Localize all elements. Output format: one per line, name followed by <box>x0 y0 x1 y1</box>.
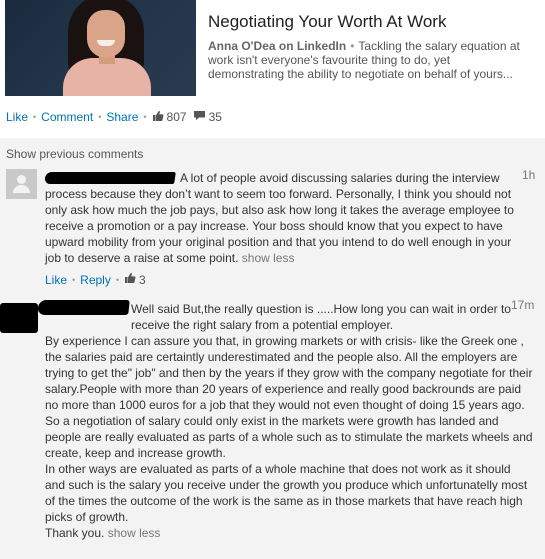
article-meta: Anna O'Dea on LinkedIn • Tackling the sala… <box>208 39 526 81</box>
redacted-name <box>44 172 176 184</box>
comment-count: 35 <box>208 110 222 124</box>
show-less-link[interactable]: show less <box>242 251 295 265</box>
comment-reply-link[interactable]: Reply <box>80 273 111 287</box>
separator-dot: • <box>72 274 76 285</box>
comment-bubble-icon[interactable] <box>193 110 206 124</box>
redacted-name <box>37 300 130 315</box>
post-actions: Like • Comment • Share • 807 35 <box>6 108 222 126</box>
show-less-link[interactable]: show less <box>108 526 161 540</box>
separator-dot: • <box>350 39 355 53</box>
comment-body: Well said But,the really question is ...… <box>45 301 533 541</box>
separator-dot: • <box>115 274 120 285</box>
share-link[interactable]: Share <box>106 110 138 124</box>
comment-body: A lot of people avoid discussing salarie… <box>45 170 525 266</box>
comment-like-count: 3 <box>139 272 146 287</box>
like-count: 807 <box>166 110 187 124</box>
article-author: Anna O'Dea on LinkedIn <box>208 39 347 53</box>
avatar-head-icon <box>17 175 26 184</box>
show-previous-comments[interactable]: Show previous comments <box>6 147 143 161</box>
comment-link[interactable]: Comment <box>41 110 93 124</box>
article-title[interactable]: Negotiating Your Worth At Work <box>208 12 446 32</box>
comment-paragraph: By experience I can assure you that, in … <box>45 334 533 412</box>
separator-dot: • <box>98 112 102 122</box>
article-card[interactable]: Negotiating Your Worth At Work Anna O'De… <box>0 0 545 100</box>
comment-paragraph: So a negotiation of salary could only ex… <box>45 414 533 460</box>
avatar[interactable] <box>6 169 37 199</box>
separator-dot: • <box>33 112 37 122</box>
comment-timestamp: 17m <box>511 298 535 312</box>
comment-timestamp: 1h <box>522 168 536 182</box>
thumbs-up-icon[interactable] <box>152 110 164 125</box>
separator-dot: • <box>143 112 147 122</box>
article-thumbnail[interactable] <box>5 0 196 96</box>
comment-closing-text: Thank you. <box>45 526 105 540</box>
avatar-shoulders-icon <box>13 185 30 193</box>
comment-like-link[interactable]: Like <box>45 273 67 287</box>
avatar[interactable] <box>0 303 38 333</box>
thumbs-up-icon[interactable] <box>124 272 136 287</box>
like-link[interactable]: Like <box>6 110 28 124</box>
thumbnail-face <box>87 10 125 58</box>
comment-closing: Thank you. show less <box>45 525 533 541</box>
comment-paragraph: In other ways are evaluated as parts of … <box>45 462 528 524</box>
comment-actions: Like • Reply • 3 <box>45 272 146 287</box>
